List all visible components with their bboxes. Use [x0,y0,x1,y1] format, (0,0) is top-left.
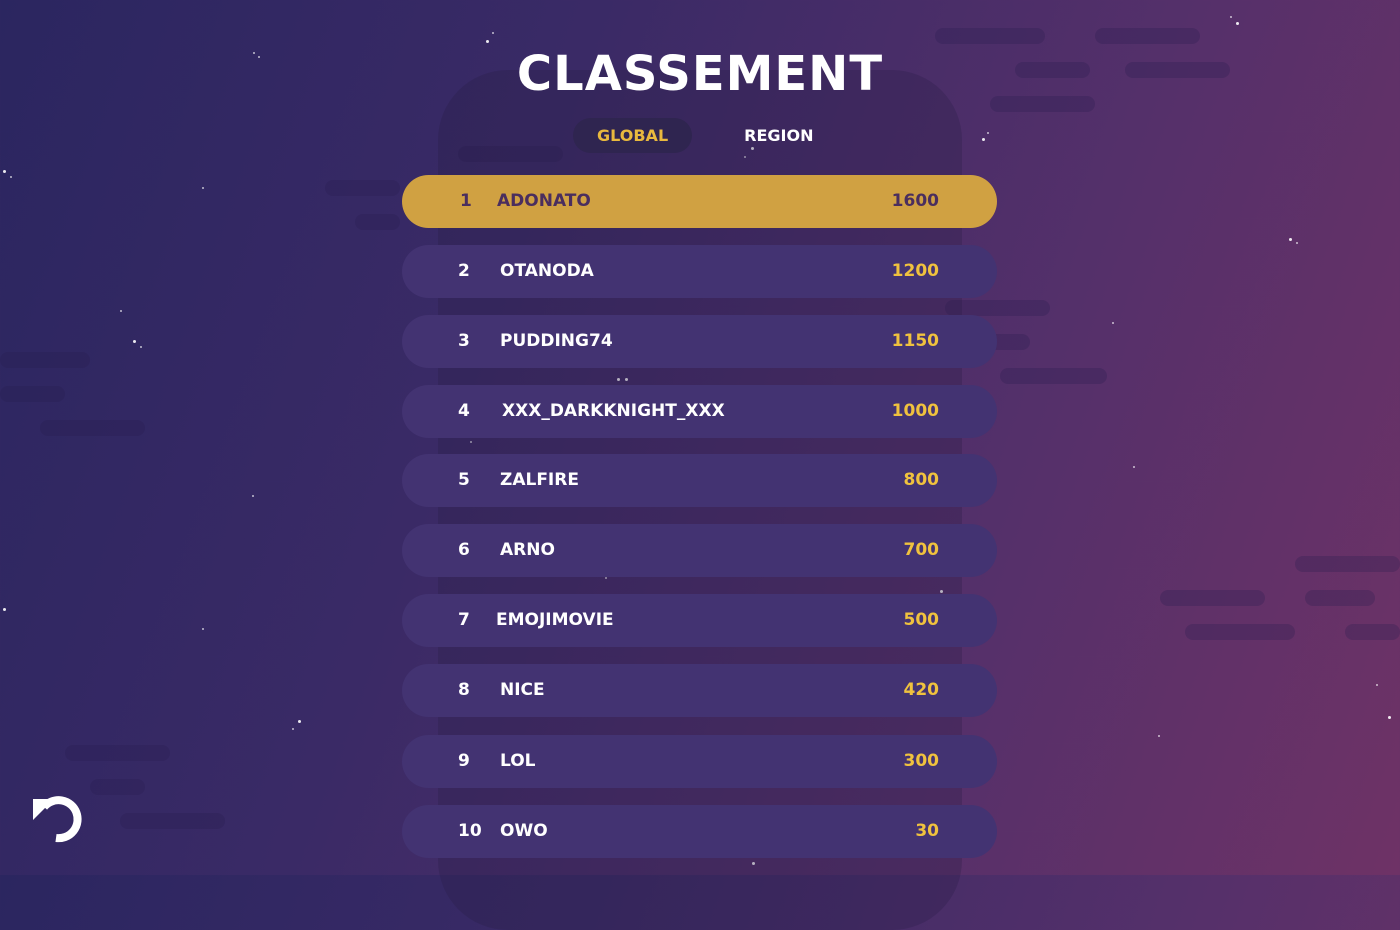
leaderboard-row: 8 NICE 420 [402,664,997,717]
rank-number: 10 [458,821,482,841]
rank-number: 3 [458,331,470,351]
rank-number: 6 [458,540,470,560]
tab-global[interactable]: GLOBAL [573,118,693,153]
undo-arrow-icon [33,796,82,843]
rank-number: 4 [458,401,470,421]
player-score: 1600 [891,191,939,211]
player-name: LOL [500,751,536,771]
player-name: ARNO [500,540,555,560]
rank-number: 7 [458,610,470,630]
player-score: 800 [903,470,940,490]
player-score: 300 [903,751,940,771]
player-name: NICE [500,680,545,700]
player-name: PUDDING74 [500,331,613,351]
player-name: EMOJIMOVIE [496,610,614,630]
leaderboard-row: 6 ARNO 700 [402,524,997,577]
rank-number: 8 [458,680,470,700]
tab-region[interactable]: REGION [730,118,827,153]
rank-number: 9 [458,751,470,771]
leaderboard-row: 3 PUDDING74 1150 [402,315,997,368]
leaderboard-row: 9 LOL 300 [402,735,997,788]
player-name: XXX_DARKKNIGHT_XXX [502,401,725,421]
player-name: OWO [500,821,548,841]
player-name: ZALFIRE [500,470,579,490]
leaderboard-row: 2 OTANODA 1200 [402,245,997,298]
player-score: 700 [903,540,940,560]
player-score: 500 [903,610,940,630]
rank-number: 5 [458,470,470,490]
leaderboard-row: 7 EMOJIMOVIE 500 [402,594,997,647]
player-score: 30 [915,821,939,841]
leaderboard-row: 5 ZALFIRE 800 [402,454,997,507]
player-name: ADONATO [497,191,591,211]
player-score: 1200 [891,261,939,281]
rank-number: 1 [460,191,472,211]
leaderboard-row: 1 ADONATO 1600 [402,175,997,228]
player-score: 420 [903,680,940,700]
player-score: 1000 [891,401,939,421]
leaderboard-row: 4 XXX_DARKKNIGHT_XXX 1000 [402,385,997,438]
player-score: 1150 [891,331,939,351]
player-name: OTANODA [500,261,594,281]
leaderboard-row: 10 OWO 30 [402,805,997,858]
tab-bar: GLOBAL REGION [573,118,827,153]
back-button[interactable] [30,785,88,843]
page-title: CLASSEMENT [516,46,884,102]
rank-number: 2 [458,261,470,281]
